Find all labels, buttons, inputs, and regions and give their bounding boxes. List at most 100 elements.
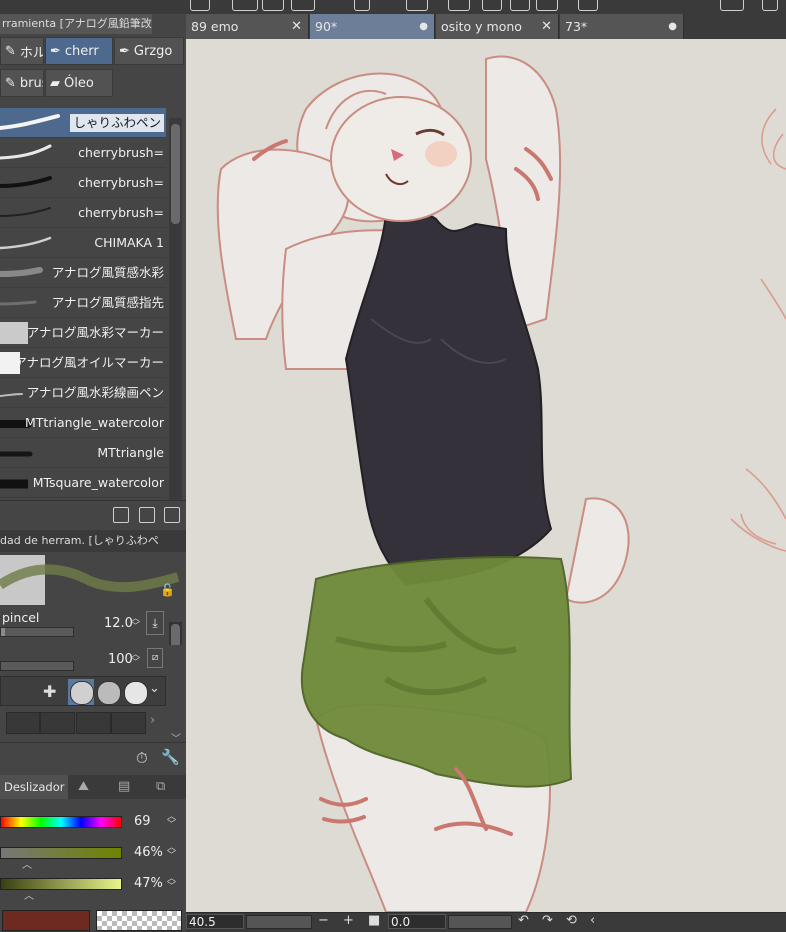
brush-size-spinner[interactable]: ︿ ﹀ [131, 615, 140, 632]
texture-slot[interactable] [40, 712, 75, 734]
brush-list-scrollbar[interactable] [169, 118, 182, 500]
rotation-slider[interactable] [448, 915, 512, 929]
brush-list-item[interactable]: MTtriangle_watercolor [0, 408, 166, 438]
brush-list-item[interactable]: MTsquare_watercolor [0, 468, 166, 498]
brush-list-item[interactable]: しゃりふわペン [0, 108, 166, 138]
lock-icon[interactable]: 🔓 [160, 583, 175, 597]
zoom-slider[interactable] [246, 915, 312, 929]
top-toolbar [0, 0, 786, 15]
tab-89-emo[interactable]: 89 emo ✕ [186, 14, 309, 39]
brush-list-item[interactable]: CHIMAKA 1 [0, 228, 166, 258]
texture-slot[interactable] [76, 712, 111, 734]
subtool-button-cherr[interactable]: ✒ cherr [45, 37, 113, 65]
opacity-row: 100 ︿ ﹀ ⧄ [0, 645, 186, 675]
phone-icon[interactable] [762, 0, 778, 11]
close-icon[interactable]: ✕ [541, 14, 552, 39]
brush-list-item[interactable]: cherrybrush= [0, 138, 166, 168]
tool-icon[interactable] [578, 0, 598, 11]
history-tab-icon[interactable]: ⧉ [156, 779, 165, 794]
zoom-out-icon[interactable]: − [318, 913, 329, 928]
drawing-canvas[interactable] [186, 39, 786, 912]
brush-size-row: pincel 12.0 ︿ ﹀ ⤓ [0, 607, 186, 637]
duplicate-icon[interactable] [139, 507, 155, 523]
texture-slot[interactable] [6, 712, 40, 734]
wrench-icon[interactable]: 🔧 [161, 748, 180, 766]
tool-icon[interactable] [262, 0, 284, 11]
opacity-pressure-icon[interactable]: ⧄ [147, 648, 163, 668]
close-icon[interactable]: ✕ [291, 14, 302, 39]
brush-list-item[interactable]: アナログ風質感指先 [0, 288, 166, 318]
subtool-button-brush[interactable]: ✎brush [0, 69, 44, 97]
brush-list-item[interactable]: アナログ風質感水彩 [0, 258, 166, 288]
brush-list-item[interactable]: アナログ風水彩線画ペン [0, 378, 166, 408]
brush-list-item[interactable]: MTtriangle [0, 438, 166, 468]
paint-tube-icon: ▰ [50, 75, 60, 91]
brush-list-item[interactable]: cherrybrush= [0, 198, 166, 228]
texture-slots: › [0, 712, 166, 734]
tool-icon[interactable] [190, 0, 210, 11]
hue-value: 69 [134, 814, 151, 829]
pressure-icon[interactable]: ⤓ [146, 611, 164, 635]
opacity-slider[interactable] [0, 661, 74, 671]
brush-list-item[interactable]: アナログ風オイルマーカー [0, 348, 166, 378]
chevron-left-icon[interactable]: ‹ [590, 913, 595, 928]
rotation-field[interactable]: 0.0 [388, 914, 446, 929]
intermediate-color-tab-icon[interactable]: ▤ [118, 779, 130, 794]
tool-icon[interactable] [510, 0, 530, 11]
brush-list-item[interactable]: cherrybrush= [0, 168, 166, 198]
tab-90[interactable]: 90* ● [310, 14, 435, 39]
chevron-down-icon[interactable]: ⌄ [149, 681, 160, 696]
copy-to-folder-icon[interactable] [113, 507, 129, 523]
brush-stroke-preview [0, 144, 52, 160]
subtool-button-oleo[interactable]: ▰ Óleo [45, 69, 113, 97]
unsaved-dot-icon[interactable]: ● [419, 14, 428, 39]
tool-icon[interactable] [482, 0, 502, 11]
opacity-value: 100 [108, 652, 133, 667]
chat-icon[interactable] [720, 0, 744, 11]
tip-soft-icon[interactable] [97, 681, 121, 705]
redo-icon[interactable]: ↷ [542, 913, 553, 928]
opacity-spinner[interactable]: ︿ ﹀ [131, 651, 140, 668]
brightness-spinner[interactable]: ︿ ﹀ [167, 875, 176, 892]
scrollbar-thumb[interactable] [171, 124, 180, 224]
add-tool-icon[interactable] [232, 0, 258, 11]
main-color-swatch[interactable] [2, 910, 90, 931]
tab-color-slider[interactable]: Deslizador [0, 775, 68, 799]
brush-list-item[interactable]: アナログ風水彩マーカー [0, 318, 166, 348]
tab-73[interactable]: 73* ● [560, 14, 684, 39]
undo-icon[interactable]: ↶ [518, 913, 529, 928]
fit-screen-icon[interactable]: ■ [368, 913, 380, 928]
saturation-spinner[interactable]: ︿ ﹀ [167, 844, 176, 861]
brush-icon: ✎ [5, 75, 16, 91]
tool-icon[interactable] [406, 0, 428, 11]
slider-marker-icon[interactable]: ︿ [24, 887, 34, 902]
subtool-button-grzgo[interactable]: ✒ Grzgo [114, 37, 184, 65]
hue-spinner[interactable]: ︿ ﹀ [167, 813, 176, 830]
tool-icon[interactable] [354, 0, 370, 11]
unsaved-dot-icon[interactable]: ● [668, 14, 677, 39]
delete-icon[interactable] [164, 507, 180, 523]
zoom-in-icon[interactable]: + [343, 913, 354, 928]
chevron-right-icon[interactable]: › [150, 713, 155, 728]
slider-marker-icon[interactable]: ︿ [22, 856, 32, 871]
brush-preview: 🔓 [0, 555, 186, 605]
tool-icon[interactable] [291, 0, 315, 11]
stopwatch-icon[interactable]: ⏱ [136, 749, 148, 767]
texture-slot[interactable] [111, 712, 146, 734]
tip-shape-icon[interactable]: ✚ [43, 682, 56, 701]
tab-osito-y-mono[interactable]: osito y mono ✕ [436, 14, 559, 39]
hue-slider[interactable] [0, 816, 122, 828]
pen-icon: ✒ [50, 43, 61, 59]
brush-size-slider[interactable] [0, 627, 74, 637]
brightness-slider[interactable] [0, 878, 122, 890]
transparent-swatch-icon[interactable] [96, 910, 182, 931]
tool-icon[interactable] [536, 0, 558, 11]
tip-hard-icon[interactable] [124, 681, 148, 705]
saturation-slider[interactable] [0, 847, 122, 859]
zoom-field[interactable]: 40.5 [186, 914, 244, 929]
reset-rotation-icon[interactable]: ⟲ [566, 913, 577, 928]
subtool-button-holder[interactable]: ✎ホルダ [0, 37, 44, 65]
tool-icon[interactable] [448, 0, 470, 11]
color-set-tab-icon[interactable]: ⛰ [78, 779, 89, 794]
tip-round-icon[interactable] [70, 681, 94, 705]
